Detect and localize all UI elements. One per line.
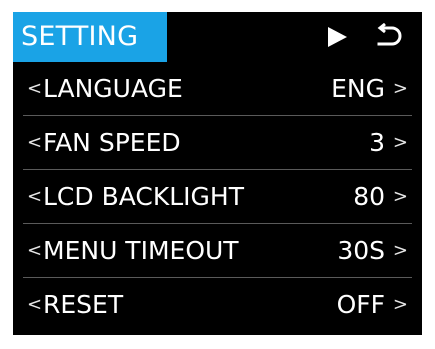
chevron-left-icon[interactable]: < bbox=[27, 170, 42, 224]
header-bar: SETTING bbox=[13, 12, 422, 62]
setting-value: OFF bbox=[336, 290, 385, 319]
chevron-right-icon[interactable]: > bbox=[393, 62, 408, 116]
page-title: SETTING bbox=[13, 12, 167, 62]
setting-value: ENG bbox=[331, 74, 385, 103]
setting-label: RESET bbox=[43, 290, 124, 319]
setting-label: FAN SPEED bbox=[43, 128, 181, 157]
setting-value: 3 bbox=[369, 128, 385, 157]
chevron-left-icon[interactable]: < bbox=[27, 278, 42, 332]
setting-row-lcd-backlight[interactable]: < LCD BACKLIGHT 80 > bbox=[13, 170, 422, 224]
return-icon[interactable] bbox=[373, 23, 403, 51]
settings-screen: SETTING < LANGUAGE ENG > < FAN SPEED 3 >… bbox=[13, 12, 422, 335]
setting-value: 80 bbox=[353, 182, 385, 211]
chevron-right-icon[interactable]: > bbox=[393, 116, 408, 170]
chevron-left-icon[interactable]: < bbox=[27, 116, 42, 170]
settings-list: < LANGUAGE ENG > < FAN SPEED 3 > < LCD B… bbox=[13, 62, 422, 332]
setting-row-fan-speed[interactable]: < FAN SPEED 3 > bbox=[13, 116, 422, 170]
chevron-left-icon[interactable]: < bbox=[27, 62, 42, 116]
setting-row-reset[interactable]: < RESET OFF > bbox=[13, 278, 422, 332]
chevron-right-icon[interactable]: > bbox=[393, 278, 408, 332]
chevron-left-icon[interactable]: < bbox=[27, 224, 42, 278]
setting-label: LCD BACKLIGHT bbox=[43, 182, 244, 211]
chevron-right-icon[interactable]: > bbox=[393, 170, 408, 224]
play-icon[interactable] bbox=[326, 26, 348, 48]
setting-row-menu-timeout[interactable]: < MENU TIMEOUT 30S > bbox=[13, 224, 422, 278]
setting-label: LANGUAGE bbox=[43, 74, 183, 103]
setting-label: MENU TIMEOUT bbox=[43, 236, 239, 265]
setting-row-language[interactable]: < LANGUAGE ENG > bbox=[13, 62, 422, 116]
chevron-right-icon[interactable]: > bbox=[393, 224, 408, 278]
setting-value: 30S bbox=[337, 236, 385, 265]
